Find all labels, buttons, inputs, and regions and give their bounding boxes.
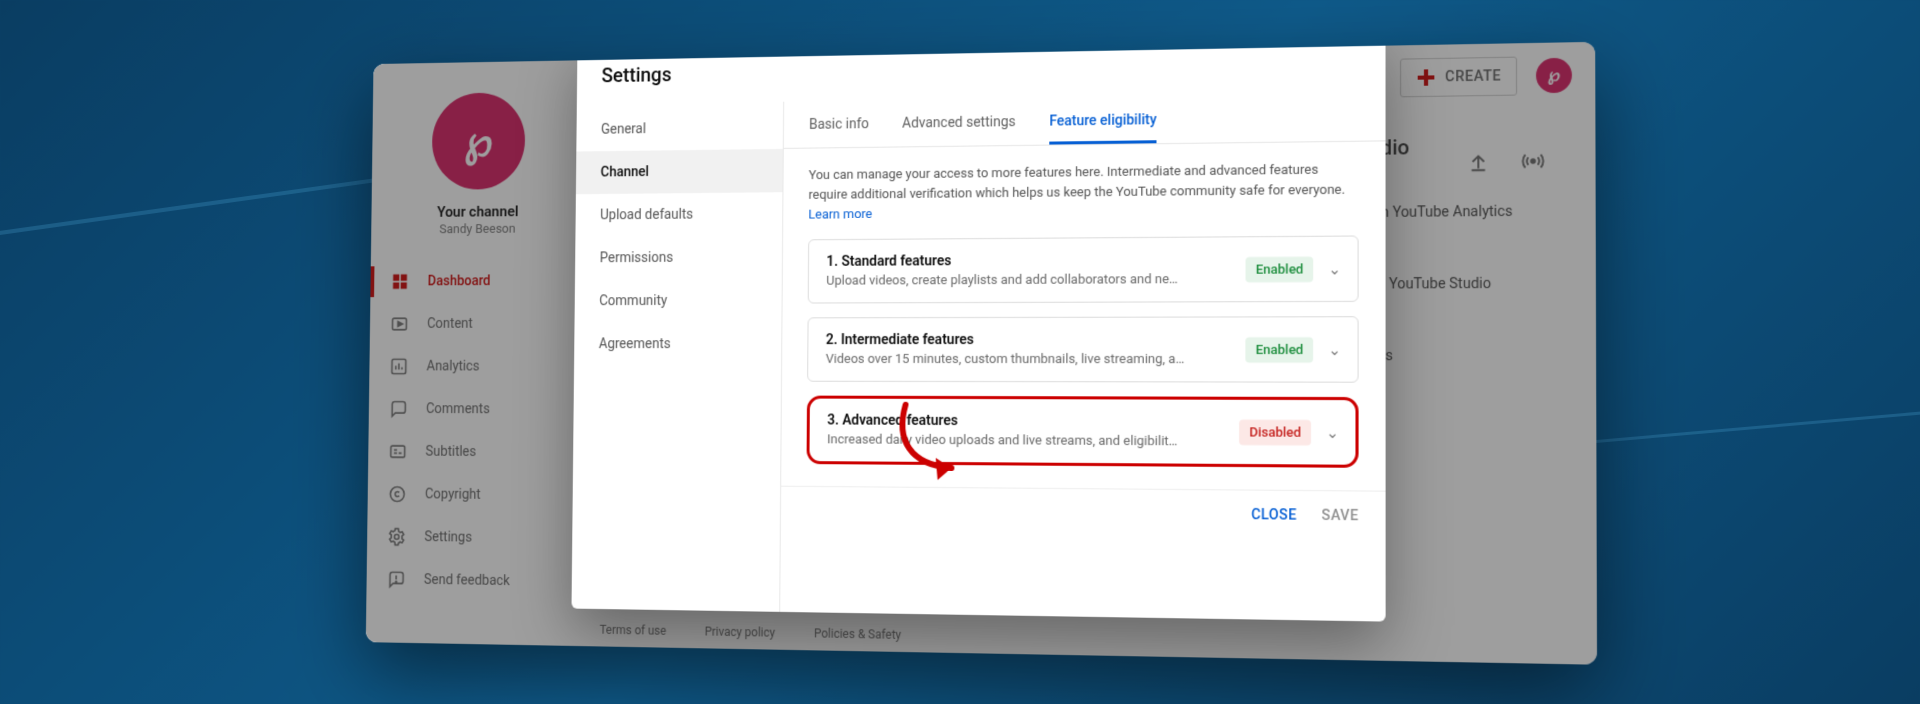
chevron-down-icon[interactable]: ⌄ [1328, 341, 1341, 359]
channel-tabs: Basic info Advanced settings Feature eli… [784, 92, 1386, 148]
sidebar-item-label: Analytics [426, 359, 479, 375]
sidebar-item-copyright[interactable]: Copyright [367, 473, 582, 518]
sidebar-item-dashboard[interactable]: Dashboard [370, 259, 584, 303]
app-window: CREATE ℘ ℘ Your channel Sandy Beeson Das… [366, 42, 1597, 665]
analytics-icon [390, 357, 411, 376]
sidebar-item-label: Comments [426, 401, 490, 417]
create-button[interactable]: CREATE [1400, 57, 1517, 98]
feature-standard[interactable]: 1. Standard features Upload videos, crea… [808, 236, 1359, 304]
create-plus-icon [1416, 67, 1437, 88]
upload-icon[interactable] [1467, 150, 1490, 173]
sidebar: ℘ Your channel Sandy Beeson Dashboard Co… [366, 60, 587, 646]
copyright-icon [388, 484, 409, 504]
sidebar-item-label: Copyright [425, 487, 481, 503]
account-avatar[interactable]: ℘ [1536, 58, 1572, 94]
save-button[interactable]: SAVE [1322, 508, 1359, 525]
footer-terms[interactable]: Terms of use [600, 623, 667, 638]
footer-privacy[interactable]: Privacy policy [705, 625, 776, 640]
settings-modal: Settings General Channel Upload defaults… [571, 42, 1385, 622]
close-button[interactable]: CLOSE [1251, 507, 1297, 524]
sidebar-item-settings[interactable]: Settings [367, 515, 582, 560]
settings-tab-community[interactable]: Community [575, 279, 782, 323]
learn-more-link[interactable]: Learn more [808, 207, 872, 222]
dashboard-icon [391, 272, 412, 291]
channel-avatar[interactable]: ℘ [432, 92, 526, 190]
create-label: CREATE [1445, 68, 1501, 85]
tab-basic-info[interactable]: Basic info [809, 116, 869, 147]
panel-line: ons [1369, 348, 1560, 365]
content-icon [390, 314, 411, 333]
sidebar-item-subtitles[interactable]: Subtitles [368, 430, 583, 474]
gear-icon [387, 527, 408, 547]
tab-advanced-settings[interactable]: Advanced settings [902, 114, 1016, 146]
tab-feature-eligibility[interactable]: Feature eligibility [1049, 112, 1156, 145]
sidebar-item-label: Content [427, 316, 473, 332]
sidebar-item-label: Subtitles [425, 444, 476, 460]
settings-tab-agreements[interactable]: Agreements [574, 322, 781, 365]
sidebar-item-label: Dashboard [428, 273, 491, 289]
sidebar-item-analytics[interactable]: Analytics [369, 345, 584, 388]
sidebar-item-feedback[interactable]: Send feedback [366, 558, 581, 604]
modal-sidebar: General Channel Upload defaults Permissi… [571, 102, 784, 612]
status-badge: Disabled [1239, 420, 1311, 446]
intro-text: You can manage your access to more featu… [808, 160, 1358, 226]
status-badge: Enabled [1245, 337, 1313, 363]
feature-intermediate[interactable]: 2. Intermediate features Videos over 15 … [807, 317, 1358, 384]
panel-line: t in YouTube Analytics [1369, 203, 1560, 221]
subtitles-icon [388, 442, 409, 461]
settings-tab-permissions[interactable]: Permissions [575, 236, 782, 280]
comments-icon [389, 399, 410, 418]
channel-title: Your channel [371, 202, 585, 221]
feature-advanced[interactable]: 3. Advanced features Increased daily vid… [807, 396, 1359, 468]
feedback-icon [387, 570, 408, 590]
channel-owner-name: Sandy Beeson [371, 221, 585, 237]
chevron-down-icon[interactable]: ⌄ [1328, 260, 1341, 278]
sidebar-item-label: Settings [424, 529, 472, 545]
footer-policies[interactable]: Policies & Safety [814, 626, 901, 642]
chevron-down-icon[interactable]: ⌄ [1326, 424, 1339, 442]
status-badge: Enabled [1245, 257, 1313, 283]
settings-tab-general[interactable]: General [576, 106, 783, 152]
sidebar-item-comments[interactable]: Comments [369, 388, 584, 432]
settings-tab-upload-defaults[interactable]: Upload defaults [575, 192, 782, 237]
sidebar-item-label: Send feedback [424, 572, 510, 589]
sidebar-item-content[interactable]: Content [370, 302, 584, 345]
panel-line: on YouTube Studio [1369, 275, 1560, 292]
settings-tab-channel[interactable]: Channel [576, 149, 783, 194]
live-icon[interactable] [1521, 150, 1544, 173]
